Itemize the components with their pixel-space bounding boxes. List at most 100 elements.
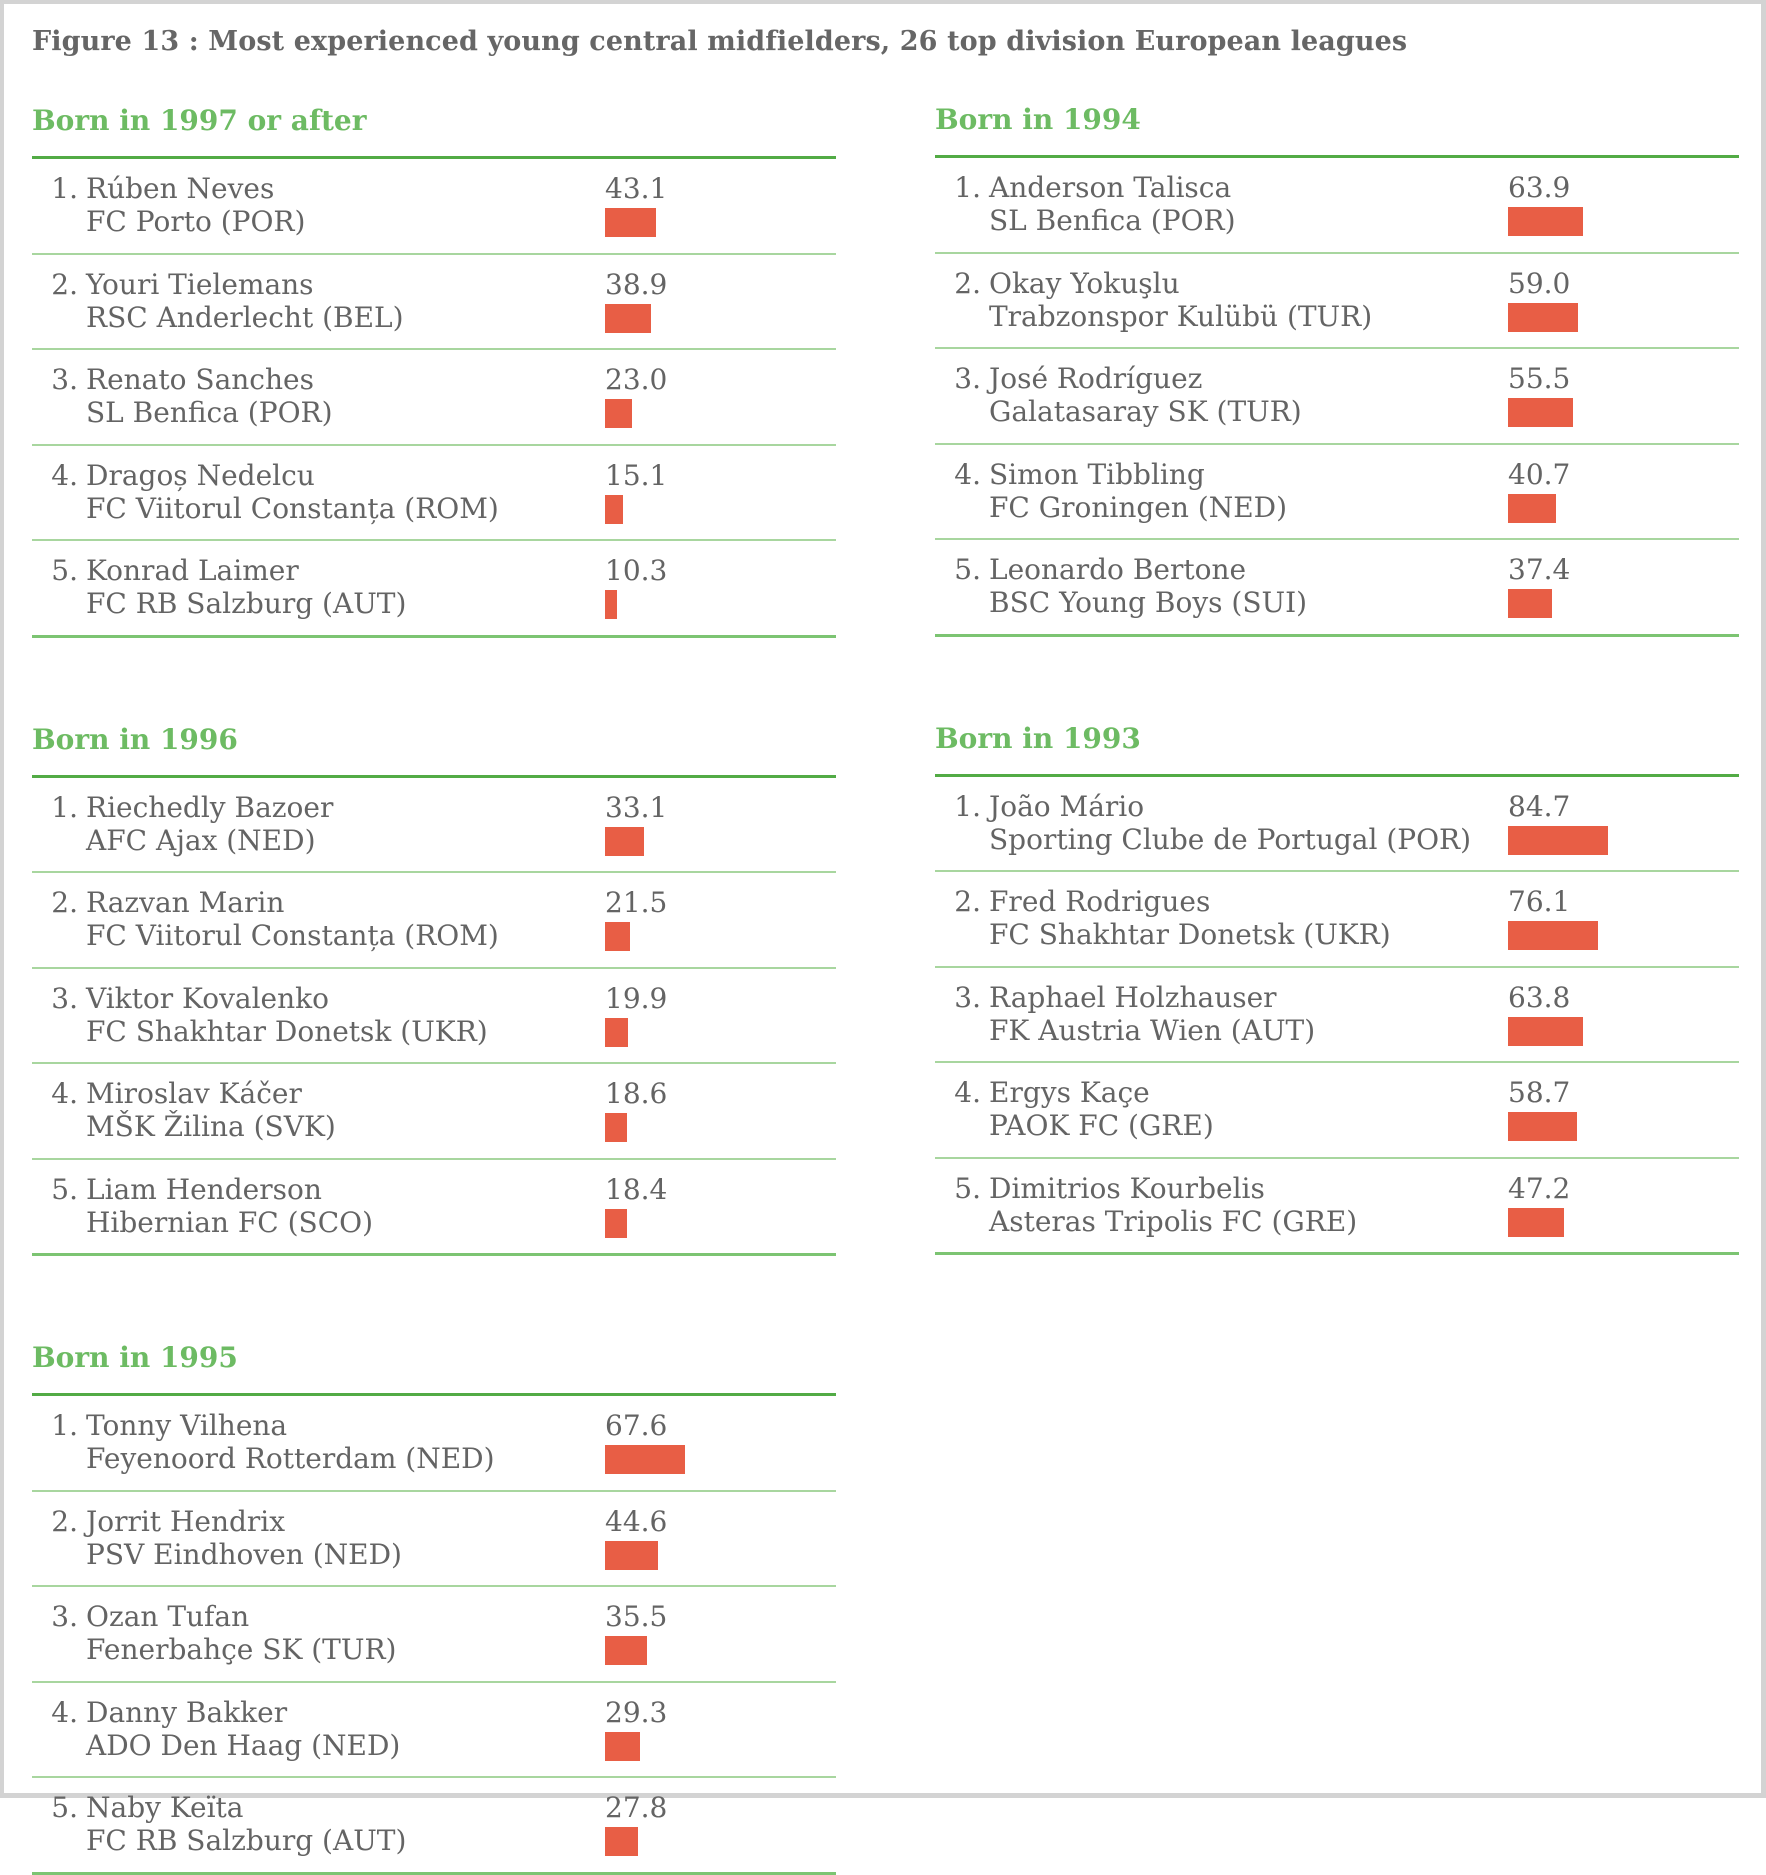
rank-number: 5.	[51, 554, 78, 587]
club-name: FC Viitorul Constanța (ROM)	[86, 491, 499, 525]
ranking-row: 5. Konrad Laimer FC RB Salzburg (AUT) 10.3	[32, 541, 836, 638]
value-label: 44.6	[605, 1504, 668, 1538]
ranking-row: 5. Liam Henderson Hibernian FC (SCO) 18.4	[32, 1160, 836, 1256]
player-name: Miroslav Káčer	[86, 1077, 302, 1110]
player-name: Tonny Vilhena	[86, 1409, 288, 1442]
rank-number: 1.	[51, 790, 78, 824]
value-bar	[1508, 1016, 1583, 1046]
value-bar	[1508, 1207, 1564, 1237]
rank-number: 3.	[51, 1600, 78, 1633]
value-label: 58.7	[1508, 1076, 1571, 1109]
club-name: FK Austria Wien (AUT)	[989, 1013, 1316, 1047]
value-label: 27.8	[605, 1791, 668, 1824]
value-label: 18.4	[605, 1172, 668, 1206]
player-name: Liam Henderson	[86, 1172, 322, 1206]
ranking-row: 4. Dragoș Nedelcu FC Viitorul Constanța (R…	[32, 446, 836, 541]
rank-number: 1.	[954, 171, 981, 204]
figure-title: Figure 13 : Most experienced young centr…	[32, 26, 1408, 57]
ranking-row: 1. João Mário Sporting Clube de Portugal (…	[935, 777, 1739, 872]
value-bar	[1508, 302, 1578, 332]
rank-number: 1.	[51, 172, 78, 205]
ranking-row: 5. Dimitrios Kourbelis Asteras Tripolis FC…	[935, 1159, 1739, 1255]
value-bar	[605, 1731, 640, 1761]
ranking-row: 1. Tonny Vilhena Feyenoord Rotterdam (NED)…	[32, 1396, 836, 1492]
player-name: Ozan Tufan	[86, 1600, 250, 1633]
section-heading: Born in 1993	[935, 721, 1141, 755]
ranking-row: 2. Razvan Marin FC Viitorul Constanța (ROM…	[32, 873, 836, 969]
ranking-row: 2. Okay Yokuşlu Trabzonspor Kulübü (TUR) 59…	[935, 254, 1739, 349]
ranking-row: 1. Anderson Talisca SL Benfica (POR) 63.9	[935, 158, 1739, 254]
value-label: 38.9	[605, 267, 668, 301]
value-bar	[1508, 921, 1598, 950]
club-name: Hibernian FC (SCO)	[86, 1205, 374, 1239]
club-name: Asteras Tripolis FC (GRE)	[989, 1204, 1358, 1238]
ranking-row: 2. Youri Tielemans RSC Anderlecht (BEL) 38.…	[32, 255, 836, 350]
player-name: Rúben Neves	[86, 172, 275, 205]
value-label: 37.4	[1508, 553, 1571, 586]
player-name: Anderson Talisca	[989, 171, 1232, 204]
figure-frame: Figure 13 : Most experienced young centr…	[0, 0, 1766, 1875]
value-bar	[605, 1017, 628, 1047]
rank-number: 2.	[954, 266, 981, 300]
ranking-row: 3. Ozan Tufan Fenerbahçe SK (TUR) 35.5	[32, 1587, 836, 1683]
rank-number: 5.	[51, 1791, 78, 1824]
player-name: Raphael Holzhauser	[989, 980, 1277, 1014]
player-name: Leonardo Bertone	[989, 553, 1247, 586]
value-bar	[1508, 493, 1556, 523]
player-name: Riechedly Bazoer	[86, 790, 334, 824]
ranking-row: 5. Leonardo Bertone BSC Young Boys (SUI) 37…	[935, 540, 1739, 637]
player-name: Dragoș Nedelcu	[86, 458, 315, 492]
value-bar	[605, 303, 651, 333]
value-label: 55.5	[1508, 362, 1571, 395]
value-label: 21.5	[605, 886, 668, 919]
ranking-row: 3. José Rodríguez Galatasaray SK (TUR) 55.5	[935, 349, 1739, 445]
rank-number: 4.	[954, 1076, 981, 1109]
section-heading: Born in 1996	[32, 722, 238, 756]
rank-number: 5.	[954, 553, 981, 586]
club-name: RSC Anderlecht (BEL)	[86, 300, 404, 334]
player-name: Renato Sanches	[86, 363, 314, 396]
value-bar	[605, 922, 630, 951]
ranking-row: 3. Viktor Kovalenko FC Shakhtar Donetsk (U…	[32, 969, 836, 1064]
value-label: 40.7	[1508, 457, 1571, 491]
rank-number: 5.	[51, 1172, 78, 1206]
club-name: FC Shakhtar Donetsk (UKR)	[989, 918, 1391, 951]
player-name: Konrad Laimer	[86, 554, 299, 587]
value-bar	[605, 1636, 647, 1665]
value-bar	[605, 590, 617, 619]
value-label: 63.9	[1508, 171, 1571, 204]
ranking-list: 1. Rúben Neves FC Porto (POR) 43.1 2. Youri T…	[32, 159, 836, 638]
player-name: Okay Yokuşlu	[989, 266, 1180, 300]
club-name: FC Shakhtar Donetsk (UKR)	[86, 1014, 488, 1048]
value-label: 10.3	[605, 554, 668, 587]
value-label: 67.6	[605, 1409, 668, 1442]
rank-number: 4.	[51, 1077, 78, 1110]
player-name: Jorrit Hendrix	[86, 1504, 286, 1538]
ranking-row: 2. Fred Rodrigues FC Shakhtar Donetsk (UKR…	[935, 872, 1739, 968]
ranking-row: 3. Renato Sanches SL Benfica (POR) 23.0	[32, 350, 836, 446]
club-name: Galatasaray SK (TUR)	[989, 395, 1302, 428]
value-label: 15.1	[605, 458, 668, 492]
club-name: Trabzonspor Kulübü (TUR)	[989, 299, 1373, 333]
value-label: 23.0	[605, 363, 668, 396]
value-bar	[1508, 589, 1552, 618]
club-name: MŠK Žilina (SVK)	[86, 1110, 336, 1143]
value-bar	[605, 208, 656, 237]
club-name: FC RB Salzburg (AUT)	[86, 587, 407, 620]
club-name: FC Groningen (NED)	[989, 490, 1288, 524]
player-name: Simon Tibbling	[989, 457, 1205, 491]
club-name: FC Porto (POR)	[86, 205, 306, 238]
player-name: João Mário	[989, 789, 1145, 823]
value-label: 33.1	[605, 790, 668, 824]
rank-number: 3.	[51, 363, 78, 396]
rank-number: 2.	[51, 1504, 78, 1538]
player-name: José Rodríguez	[989, 362, 1203, 395]
value-label: 47.2	[1508, 1171, 1571, 1205]
value-label: 29.3	[605, 1695, 668, 1729]
ranking-list: 1. João Mário Sporting Clube de Portugal (…	[935, 777, 1739, 1255]
player-name: Dimitrios Kourbelis	[989, 1171, 1265, 1205]
rank-number: 2.	[954, 885, 981, 918]
rank-number: 1.	[51, 1409, 78, 1442]
value-label: 43.1	[605, 172, 668, 205]
club-name: FC Viitorul Constanța (ROM)	[86, 919, 499, 952]
